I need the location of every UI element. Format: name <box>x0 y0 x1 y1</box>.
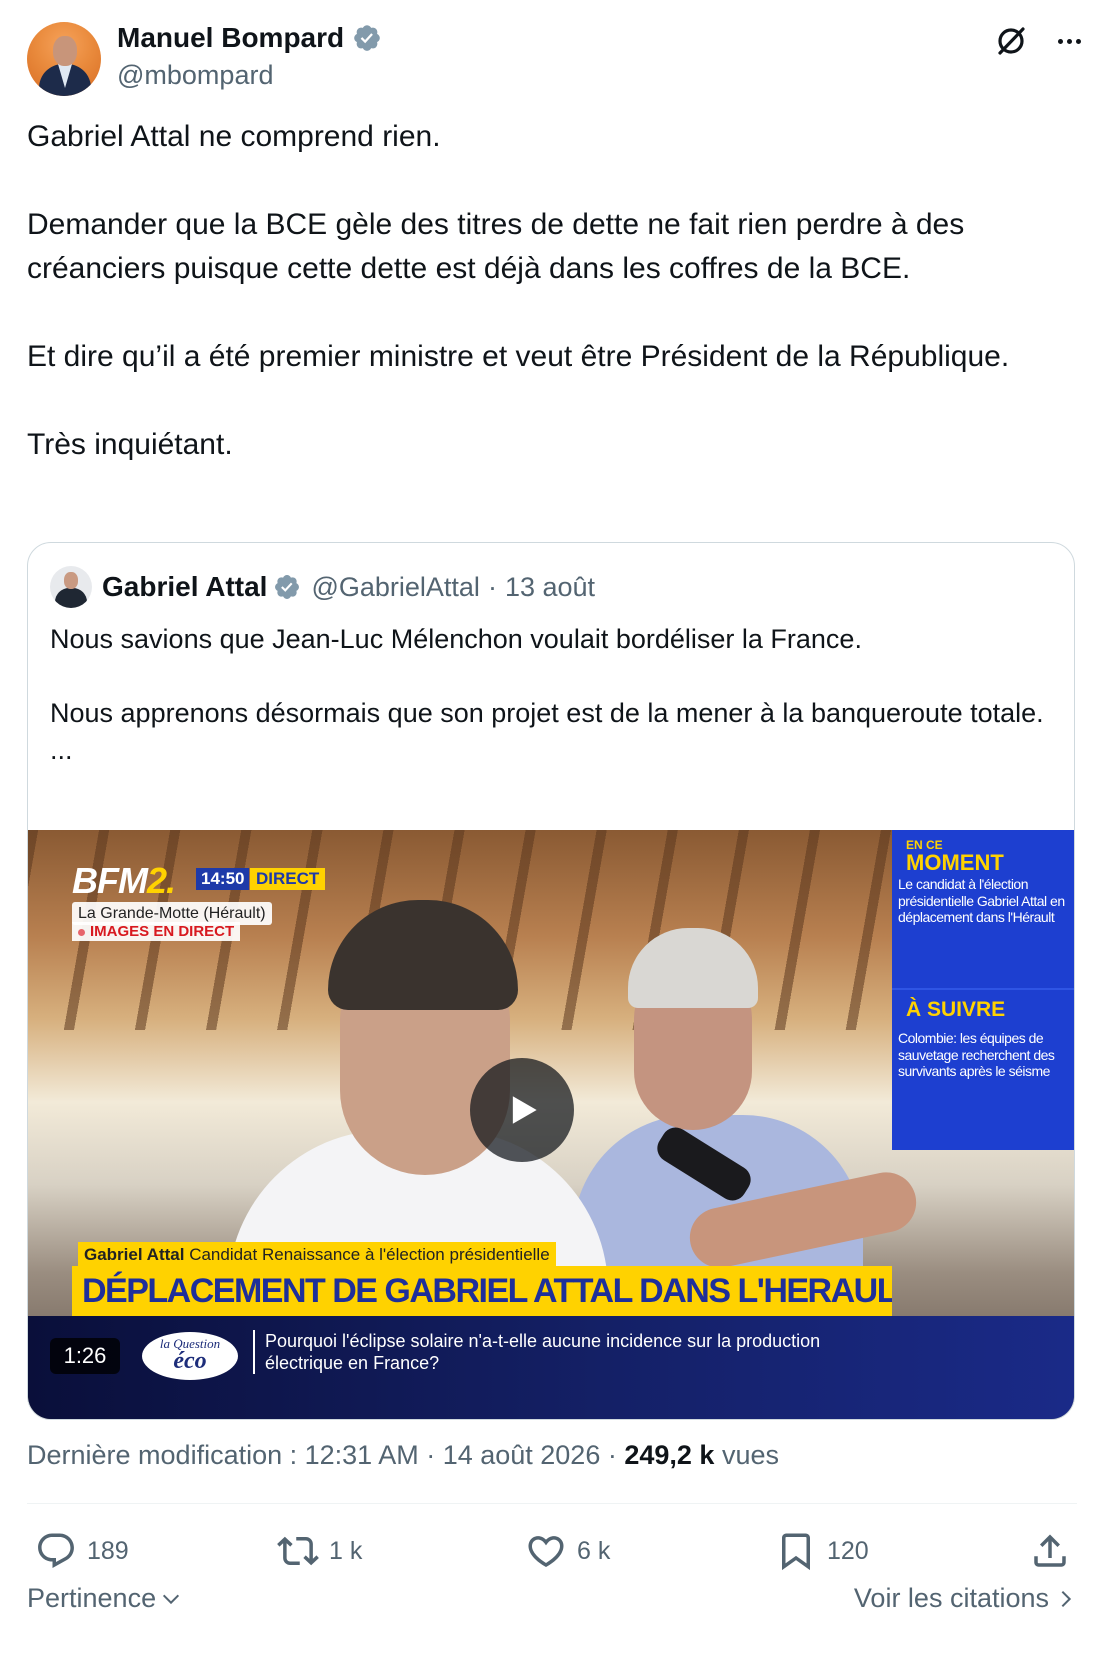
tweet-meta: Dernière modification : 12:31 AM · 14 ao… <box>27 1440 779 1471</box>
reply-count: 189 <box>87 1536 129 1565</box>
quote-text: Nous savions que Jean-Luc Mélenchon voul… <box>50 621 1050 769</box>
chevron-right-icon <box>1061 1590 1072 1607</box>
panel-next-title: À SUIVRE <box>906 998 1006 1021</box>
quote-date: 13 août <box>504 571 596 602</box>
edited-timestamp[interactable]: Dernière modification : 12:31 AM · 14 ao… <box>27 1440 624 1470</box>
repost-button[interactable]: 1 k <box>277 1526 362 1576</box>
tweet-paragraph: Gabriel Attal ne comprend rien. <box>27 120 441 153</box>
share-icon <box>1034 1534 1066 1567</box>
repost-count: 1 k <box>329 1536 363 1565</box>
tweet-text: Gabriel Attal ne comprend rien. Demander… <box>27 115 1077 467</box>
sort-dropdown[interactable]: Pertinence <box>27 1583 182 1614</box>
verified-badge-icon <box>354 25 380 51</box>
quote-author-name: Gabriel Attal <box>102 571 268 602</box>
chevron-down-icon <box>163 1594 180 1604</box>
lower-third-label: Gabriel Attal Candidat Renaissance à l'é… <box>78 1242 556 1268</box>
bookmark-button[interactable]: 120 <box>775 1526 869 1576</box>
bookmark-count: 120 <box>827 1536 869 1565</box>
action-bar: 189 1 k 6 k 120 <box>27 1526 1077 1576</box>
divider <box>27 1503 1077 1504</box>
separator-dot: · <box>487 571 497 602</box>
panel-now-text: Le candidat à l'élection présidentielle … <box>898 876 1065 925</box>
author-handle[interactable]: @mbompard <box>117 60 273 91</box>
panel-now-title: MOMENT <box>906 850 1004 875</box>
sort-label: Pertinence <box>27 1583 157 1613</box>
video-player[interactable]: BFM2. 14:50 DIRECT La Grande-Motte (Héra… <box>28 830 1074 1419</box>
heart-icon <box>528 1536 564 1568</box>
author-avatar[interactable] <box>27 22 101 96</box>
play-button[interactable] <box>470 1058 574 1162</box>
verified-badge-icon <box>275 575 300 599</box>
lower-third-role: Candidat Renaissance à l'élection présid… <box>189 1245 550 1264</box>
replies-controls: Pertinence Voir les citations <box>27 1583 1077 1623</box>
tweet-paragraph: Et dire qu’il a été premier ministre et … <box>27 340 1010 373</box>
show-logo: la Question éco <box>142 1332 238 1380</box>
tweet-paragraph: Demander que la BCE gèle des titres de d… <box>27 208 965 285</box>
tweet-header: Manuel Bompard @mbompard <box>27 20 1087 100</box>
view-quotes-link[interactable]: Voir les citations <box>854 1583 1077 1614</box>
lower-third-name: Gabriel Attal <box>84 1245 185 1264</box>
more-options-icon[interactable] <box>1051 23 1087 59</box>
views-count: 249,2 k <box>624 1440 715 1470</box>
reply-icon <box>38 1533 74 1568</box>
like-count: 6 k <box>577 1536 611 1565</box>
ticker-text: Pourquoi l'éclipse solaire n'a-t-elle au… <box>265 1331 821 1373</box>
bookmark-icon <box>782 1533 810 1571</box>
broadcast-time: 14:50 <box>196 868 250 890</box>
views-label: vues <box>714 1440 779 1470</box>
like-button[interactable]: 6 k <box>525 1526 610 1576</box>
play-icon <box>512 1096 537 1124</box>
tweet-paragraph: Très inquiétant. <box>27 428 233 461</box>
channel-logo: BFM2. <box>72 860 176 901</box>
quoted-tweet[interactable]: Gabriel Attal @GabrielAttal · 13 août No… <box>27 542 1075 1420</box>
author-name-row[interactable]: Manuel Bompard <box>117 22 382 54</box>
video-duration: 1:26 <box>50 1338 120 1374</box>
grok-icon[interactable] <box>993 23 1029 59</box>
quote-author-handle: @GabrielAttal <box>311 571 480 602</box>
news-side-panel: EN CE MOMENT Le candidat à l'élection pr… <box>892 830 1074 1150</box>
lower-third-headline: DÉPLACEMENT DE GABRIEL ATTAL DANS L'HERA… <box>72 1266 892 1316</box>
live-label: DIRECT <box>250 868 326 890</box>
quote-paragraph: Nous apprenons désormais que son projet … <box>50 698 1044 765</box>
view-quotes-label: Voir les citations <box>853 1583 1049 1613</box>
panel-next-text: Colombie: les équipes de sauvetage reche… <box>898 1030 1055 1079</box>
quote-paragraph: Nous savions que Jean-Luc Mélenchon voul… <box>50 624 862 654</box>
quote-header: Gabriel Attal @GabrielAttal · 13 août <box>50 566 596 608</box>
share-button[interactable] <box>1029 1526 1071 1576</box>
reply-button[interactable]: 189 <box>35 1526 129 1576</box>
author-name[interactable]: Manuel Bompard <box>117 22 344 54</box>
quote-author-avatar <box>50 566 92 608</box>
live-images-label: IMAGES EN DIRECT <box>72 922 241 941</box>
repost-icon <box>277 1536 319 1566</box>
